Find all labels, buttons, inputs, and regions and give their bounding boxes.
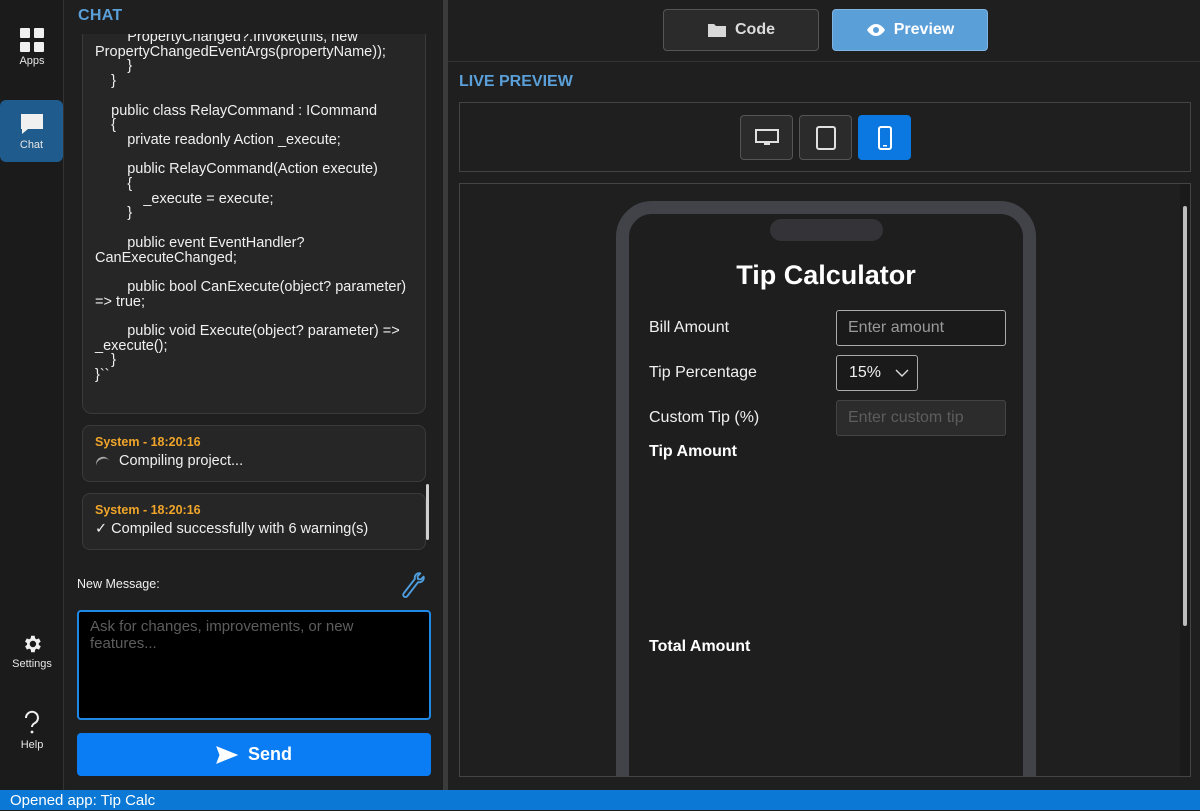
app-title: Tip Calculator [736, 260, 916, 290]
preview-viewport: Tip Calculator Bill Amount Tip Percentag… [459, 183, 1191, 777]
bill-amount-label: Bill Amount [649, 319, 730, 336]
code-snippet: PropertyChanged?.Invoke(this, new Proper… [95, 34, 407, 384]
preview-scrollbar-thumb[interactable] [1183, 206, 1187, 626]
code-message: PropertyChanged?.Invoke(this, new Proper… [82, 34, 426, 414]
nav-rail: Apps Chat Settings Help [0, 0, 64, 790]
phone-view-button[interactable] [858, 115, 911, 160]
phone-icon [877, 125, 892, 150]
message-sender: System - 18:20:16 [95, 503, 201, 517]
nav-apps[interactable]: Apps [0, 28, 64, 67]
folder-icon [708, 24, 726, 37]
phone-notch [770, 219, 883, 241]
device-selector [459, 102, 1191, 172]
custom-tip-input[interactable] [836, 400, 1006, 436]
code-tab-label: Code [735, 21, 775, 38]
system-message: System - 18:20:16 ✓ Compiled successfull… [82, 493, 426, 550]
help-icon [24, 710, 39, 734]
preview-scrollbar[interactable] [1180, 184, 1190, 776]
tablet-icon [815, 125, 836, 150]
bill-amount-input[interactable] [836, 310, 1006, 346]
gear-icon [25, 635, 41, 653]
preview-tab-button[interactable]: Preview [832, 9, 988, 51]
chat-scrollbar[interactable] [426, 484, 429, 540]
preview-panel: Code Preview LIVE PREVIEW Tip Calculator… [448, 0, 1200, 790]
custom-tip-label: Custom Tip (%) [649, 409, 760, 426]
nav-settings[interactable]: Settings [0, 633, 64, 670]
message-text: Compiling project... [94, 453, 413, 469]
apps-grid-icon [20, 28, 44, 52]
send-icon [216, 745, 238, 764]
tip-percentage-select[interactable]: 15% [836, 355, 918, 391]
chat-panel: CHAT PropertyChanged?.Invoke(this, new P… [65, 0, 443, 790]
chat-title: CHAT [78, 7, 123, 24]
total-amount-label: Total Amount [649, 638, 751, 655]
nav-apps-label: Apps [19, 55, 45, 67]
view-toggle: Code Preview [448, 0, 1200, 62]
live-preview-title: LIVE PREVIEW [459, 73, 573, 90]
new-message-label: New Message: [77, 577, 160, 591]
message-text: ✓ Compiled successfully with 6 warning(s… [95, 521, 369, 537]
nav-chat-label: Chat [19, 138, 44, 151]
phone-frame: Tip Calculator Bill Amount Tip Percentag… [616, 201, 1036, 776]
tablet-view-button[interactable] [799, 115, 852, 160]
message-text-value: Compiling project... [119, 453, 244, 469]
message-sender: System - 18:20:16 [95, 435, 201, 449]
code-tab-button[interactable]: Code [663, 9, 819, 51]
chat-icon [20, 113, 43, 134]
tip-percentage-value: 15% [849, 364, 882, 381]
nav-help[interactable]: Help [0, 710, 64, 751]
spinner-icon [94, 454, 110, 468]
nav-help-label: Help [20, 739, 44, 751]
desktop-icon [754, 128, 779, 145]
send-label: Send [247, 744, 292, 764]
tip-percentage-label: Tip Percentage [649, 364, 757, 381]
send-button[interactable]: Send [77, 733, 431, 776]
wrench-icon[interactable] [399, 572, 425, 598]
chevron-down-icon [895, 369, 909, 377]
preview-tab-label: Preview [893, 21, 955, 38]
message-input[interactable] [77, 610, 431, 720]
nav-settings-label: Settings [12, 658, 52, 670]
tip-amount-label: Tip Amount [649, 443, 737, 460]
system-message: System - 18:20:16 Compiling project... [82, 425, 426, 482]
nav-chat[interactable]: Chat [0, 100, 63, 162]
status-bar: Opened app: Tip Calc [0, 790, 1200, 810]
eye-icon [866, 24, 885, 36]
desktop-view-button[interactable] [740, 115, 793, 160]
